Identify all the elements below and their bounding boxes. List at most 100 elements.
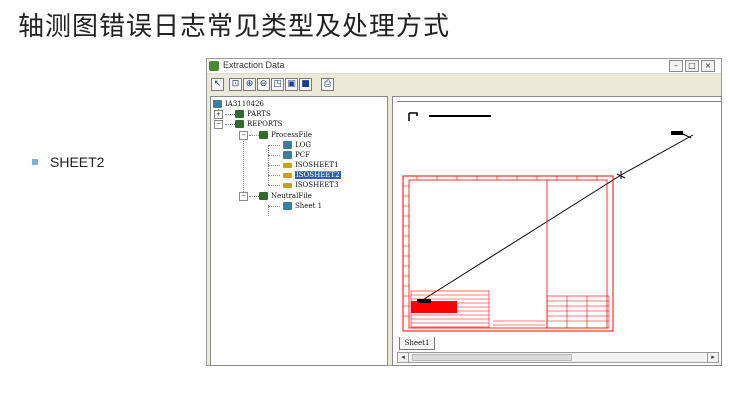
tree-item-reports[interactable]: REPORTS — [235, 119, 282, 129]
tree-item-isosheet1[interactable]: ISOSHEET1 — [283, 160, 339, 170]
flange-mark — [671, 131, 683, 135]
pointer-button[interactable]: ↖ — [211, 78, 224, 91]
tree-item-sheet1[interactable]: Sheet 1 — [283, 201, 322, 211]
pointer-icon: ↖ — [213, 79, 222, 89]
bullet-item: SHEET2 — [32, 154, 104, 170]
print-icon: ⎙ — [323, 79, 332, 89]
tree-label: ProcessFile — [271, 131, 312, 139]
iso-tag-icon — [283, 162, 292, 168]
tree-label: LOG — [295, 141, 311, 149]
zoom-previous-icon: ◳ — [273, 79, 282, 89]
scroll-thumb[interactable] — [412, 354, 572, 361]
bullet-text: SHEET2 — [50, 154, 105, 170]
document-icon — [213, 100, 222, 108]
file-icon — [283, 202, 292, 210]
top-ticks — [416, 176, 598, 180]
bullet-marker — [32, 159, 38, 165]
tree-line — [268, 175, 280, 176]
app-icon — [209, 61, 219, 71]
scroll-right-button[interactable]: ▸ — [707, 353, 718, 362]
drawing-header-text — [429, 115, 491, 117]
close-icon: × — [704, 61, 712, 70]
zoom-fit-icon: ▣ — [287, 79, 296, 89]
tree-label: PCF — [295, 151, 310, 159]
corner-mark-icon — [408, 112, 418, 121]
pipe-fitting — [616, 171, 626, 179]
minimize-icon: – — [674, 61, 678, 70]
zoom-in-icon: ⊕ — [245, 79, 254, 89]
zoom-in-button[interactable]: ⊕ — [243, 78, 256, 91]
tree-label: ISOSHEET3 — [295, 181, 339, 189]
tree-item-isosheet2[interactable]: ISOSHEET2 — [283, 170, 341, 180]
tree-label: ISOSHEET1 — [295, 161, 339, 169]
tree-item-log[interactable]: LOG — [283, 140, 311, 150]
tree-label: NeutralFile — [271, 192, 312, 200]
tree-label: IA3110426 — [225, 100, 264, 108]
folder-icon — [259, 192, 268, 200]
scroll-right-icon: ▸ — [711, 353, 715, 361]
isometric-drawing — [397, 100, 721, 332]
tree-line — [268, 185, 280, 186]
tree-root[interactable]: IA3110426 — [213, 99, 264, 109]
collapse-toggle[interactable]: − — [239, 192, 248, 201]
toolbar: ↖ ⊡ ⊕ ⊖ ◳ ▣ ■ ⎙ — [207, 74, 721, 96]
minimize-button[interactable]: – — [669, 60, 683, 72]
view-icon: ■ — [301, 79, 310, 89]
close-button[interactable]: × — [701, 60, 715, 72]
print-button[interactable]: ⎙ — [321, 78, 334, 91]
tree-item-parts[interactable]: PARTS — [235, 109, 271, 119]
tree-line — [225, 114, 235, 115]
zoom-previous-button[interactable]: ◳ — [271, 78, 284, 91]
iso-tag-icon — [283, 172, 292, 178]
sheet-tab[interactable]: Sheet1 — [399, 337, 435, 350]
drawing-preview-panel: Sheet1 ◂ ▸ — [392, 96, 722, 366]
tree-item-pcf[interactable]: PCF — [283, 150, 310, 160]
zoom-out-button[interactable]: ⊖ — [257, 78, 270, 91]
tree-line — [268, 145, 280, 146]
pipe-stub — [682, 133, 692, 139]
zoom-out-icon: ⊖ — [259, 79, 268, 89]
margin-ticks — [403, 185, 409, 317]
file-icon — [283, 141, 292, 149]
maximize-icon: □ — [688, 61, 696, 70]
tree-line — [225, 124, 235, 125]
folder-icon — [235, 120, 244, 128]
tree-label: Sheet 1 — [295, 202, 323, 210]
collapse-toggle[interactable]: − — [239, 131, 248, 140]
horizontal-scrollbar[interactable]: ◂ ▸ — [397, 352, 719, 363]
scroll-left-icon: ◂ — [401, 353, 405, 361]
tree-line — [268, 165, 280, 166]
zoom-window-button[interactable]: ⊡ — [229, 78, 242, 91]
drawing-canvas[interactable] — [397, 100, 721, 335]
tree-panel: + − − − IA3110426 PARTS REPORTS ProcessF… — [210, 96, 388, 366]
pipe-line — [420, 134, 694, 302]
tree-label: REPORTS — [247, 120, 283, 128]
tree-item-neutralfile[interactable]: NeutralFile — [259, 191, 312, 201]
zoom-fit-button[interactable]: ▣ — [285, 78, 298, 91]
maximize-button[interactable]: □ — [685, 60, 699, 72]
tree-label-selected: ISOSHEET2 — [295, 171, 341, 179]
bom-block — [410, 290, 490, 328]
tree-line — [249, 196, 259, 197]
file-icon — [283, 151, 292, 159]
expand-toggle[interactable]: + — [214, 110, 223, 119]
folder-icon — [259, 131, 268, 139]
tree-line — [268, 206, 280, 207]
tree-line — [249, 135, 259, 136]
window-title: Extraction Data — [223, 60, 285, 70]
tree-label: PARTS — [247, 110, 271, 118]
zoom-window-icon: ⊡ — [231, 79, 240, 89]
slide-title: 轴测图错误日志常见类型及处理方式 — [18, 12, 451, 42]
view-button[interactable]: ■ — [299, 78, 312, 91]
folder-icon — [235, 110, 244, 118]
collapse-toggle[interactable]: − — [214, 120, 223, 129]
extraction-data-window: Extraction Data – □ × ↖ ⊡ ⊕ ⊖ ◳ ▣ ■ ⎙ + … — [206, 58, 722, 366]
iso-tag-icon — [283, 182, 292, 188]
tree-item-isosheet3[interactable]: ISOSHEET3 — [283, 180, 339, 190]
window-titlebar[interactable]: Extraction Data – □ × — [207, 59, 721, 74]
title-block — [546, 295, 610, 329]
tree-item-processfile[interactable]: ProcessFile — [259, 130, 312, 140]
tree-line — [268, 155, 280, 156]
revision-lines — [493, 320, 545, 326]
scroll-left-button[interactable]: ◂ — [398, 353, 409, 362]
